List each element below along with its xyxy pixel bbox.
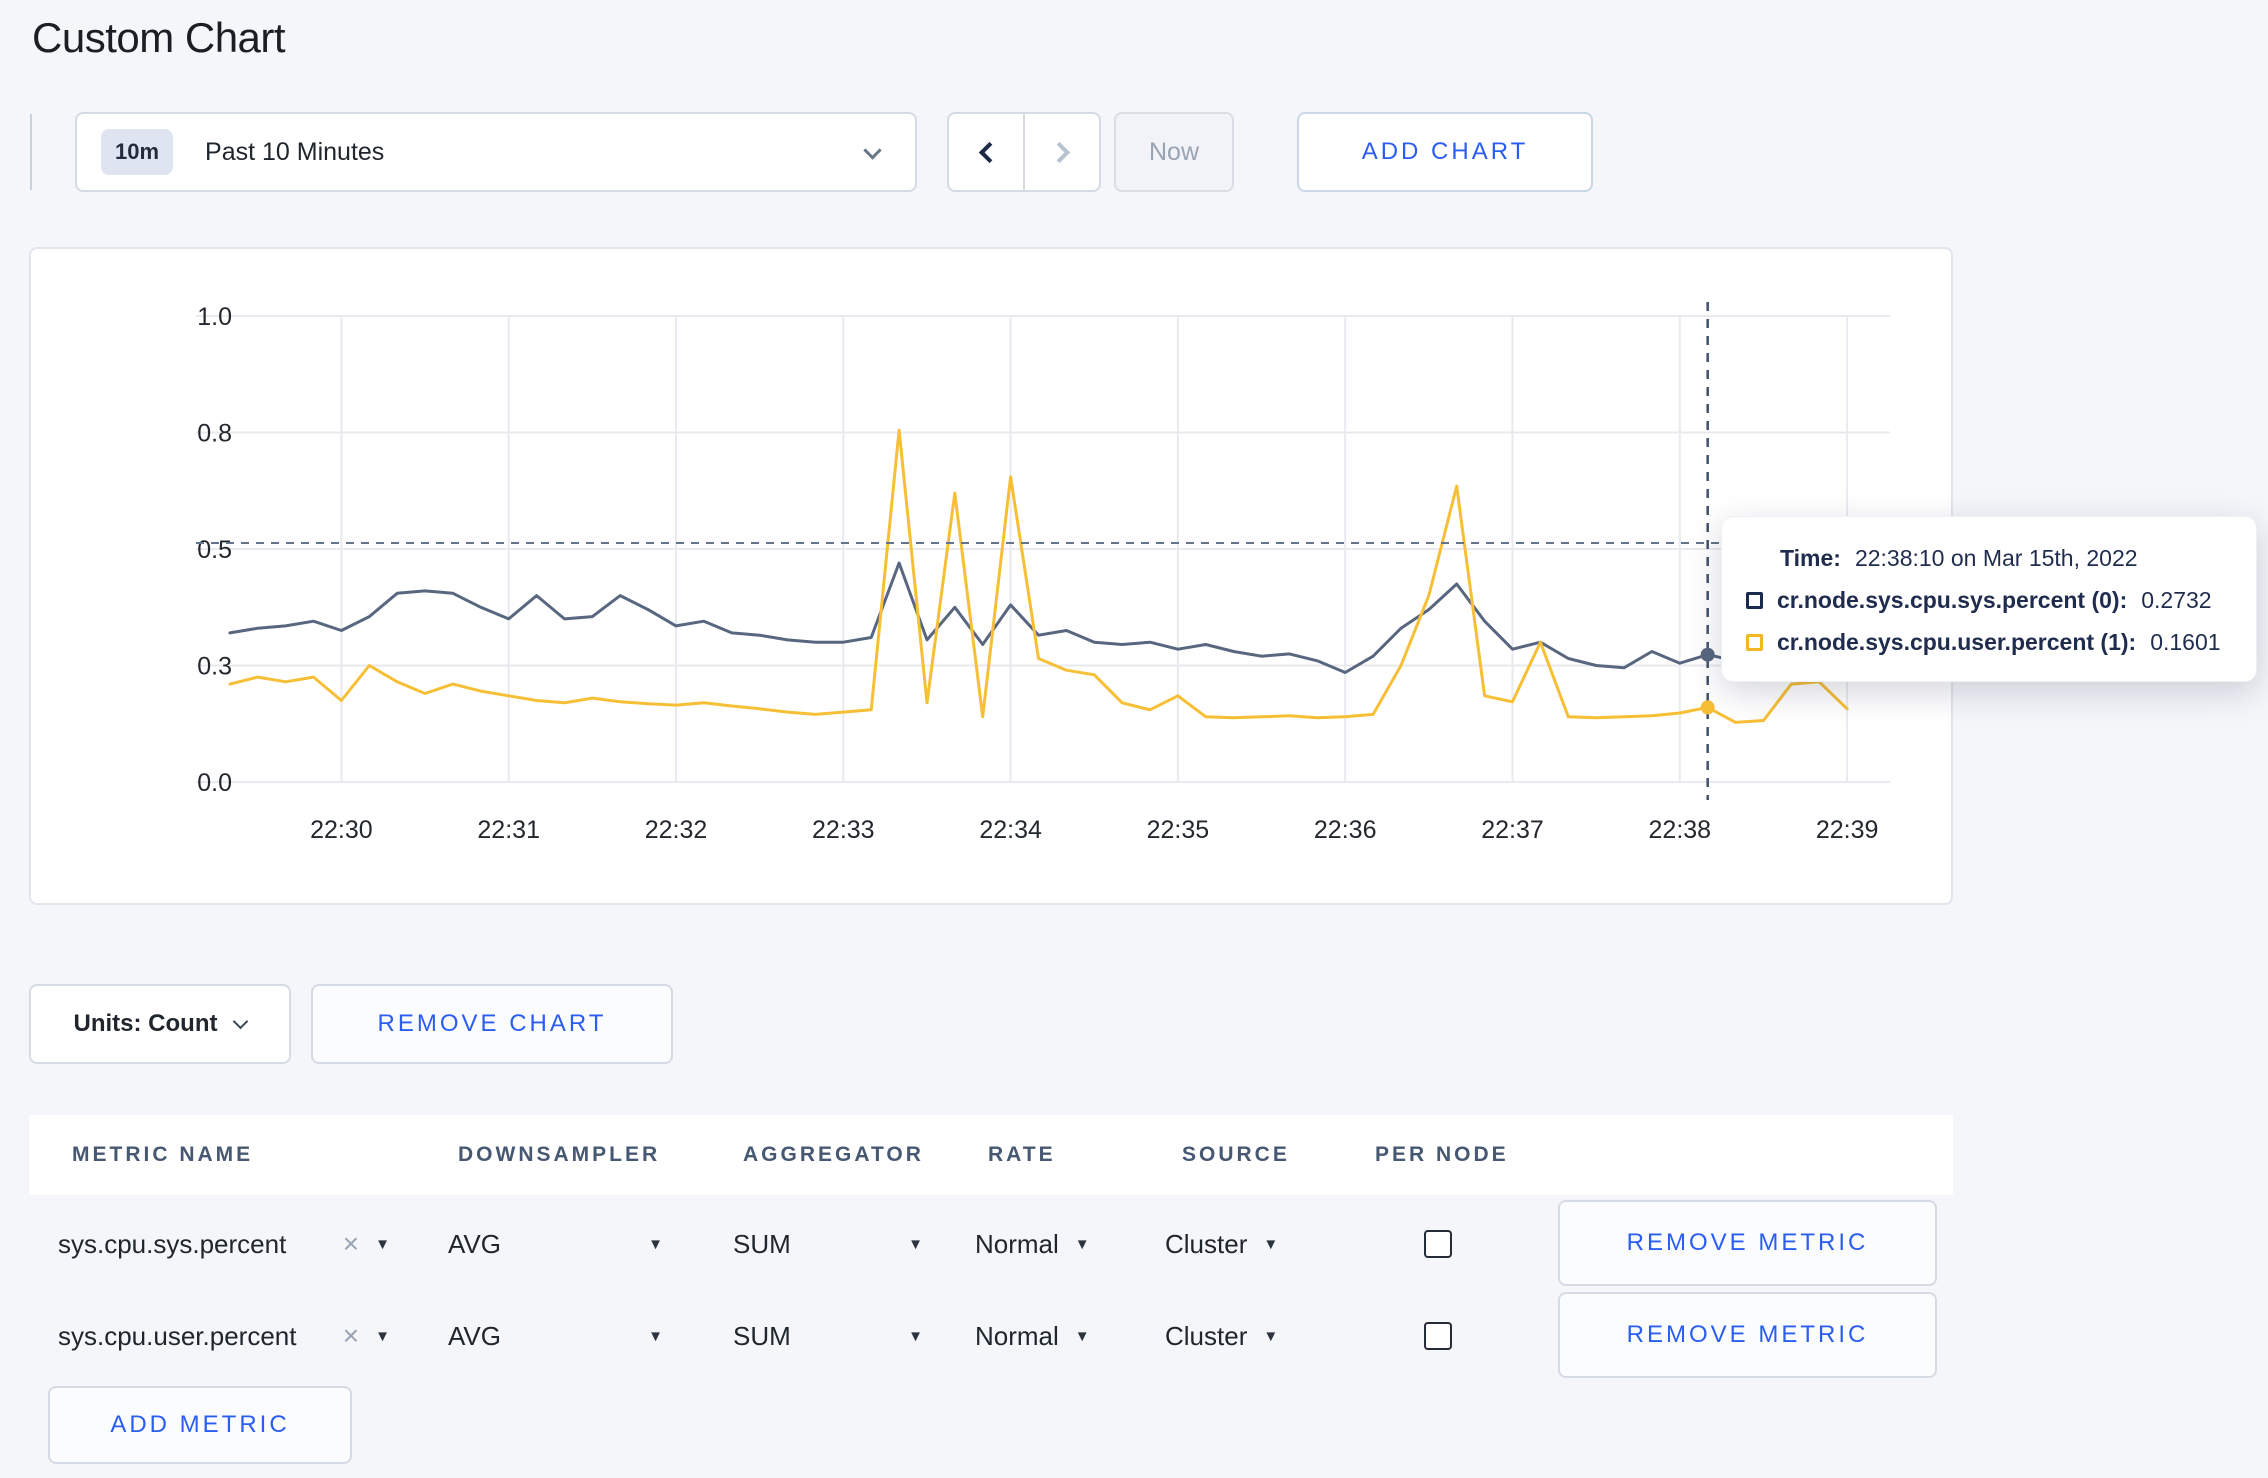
- remove-metric-button[interactable]: REMOVE METRIC: [1558, 1292, 1937, 1378]
- add-chart-button[interactable]: ADD CHART: [1297, 112, 1593, 192]
- caret-down-icon: ▼: [375, 1235, 390, 1253]
- downsampler-select[interactable]: AVG ▼: [448, 1290, 663, 1382]
- svg-text:1.0: 1.0: [197, 303, 232, 331]
- svg-text:22:38: 22:38: [1649, 816, 1712, 844]
- svg-text:0.5: 0.5: [197, 536, 232, 564]
- time-range-label: Past 10 Minutes: [205, 137, 385, 166]
- tooltip-time-label: Time:: [1780, 544, 1841, 571]
- source-select[interactable]: Cluster ▼: [1165, 1290, 1278, 1382]
- source-select[interactable]: Cluster ▼: [1165, 1198, 1278, 1290]
- cpu-usage-chart[interactable]: 0.0 0.3 0.5 0.8 1.0 22:30 22:31 22:32 22:33 22:34…: [29, 247, 1953, 905]
- svg-text:22:39: 22:39: [1816, 816, 1879, 844]
- svg-text:22:34: 22:34: [979, 816, 1042, 844]
- prev-time-button[interactable]: [949, 114, 1025, 190]
- tooltip-series-label: cr.node.sys.cpu.sys.percent (0):: [1777, 586, 2128, 613]
- chevron-left-icon: [978, 141, 1000, 163]
- svg-text:22:36: 22:36: [1314, 816, 1377, 844]
- source-value: Cluster: [1165, 1228, 1248, 1259]
- caret-down-icon: ▼: [1074, 1235, 1090, 1253]
- svg-text:22:33: 22:33: [812, 816, 875, 844]
- metric-row: sys.cpu.user.percent × ▼ AVG ▼ SUM ▼ Nor…: [29, 1290, 1953, 1382]
- add-metric-button[interactable]: ADD METRIC: [48, 1386, 352, 1464]
- metric-name-select[interactable]: sys.cpu.user.percent × ▼: [58, 1290, 390, 1382]
- metric-name-select[interactable]: sys.cpu.sys.percent × ▼: [58, 1198, 390, 1290]
- metric-row: sys.cpu.sys.percent × ▼ AVG ▼ SUM ▼ Norm…: [29, 1198, 1953, 1290]
- column-header-rate: RATE: [988, 1143, 1056, 1166]
- tooltip-time-value: 22:38:10 on Mar 15th, 2022: [1854, 544, 2138, 571]
- chevron-down-icon: [863, 141, 882, 160]
- rate-select[interactable]: Normal ▼: [975, 1198, 1090, 1290]
- time-range-badge: 10m: [101, 129, 174, 175]
- column-header-metric-name: METRIC NAME: [72, 1143, 254, 1166]
- tooltip-time-row: Time: 22:38:10 on Mar 15th, 2022: [1746, 537, 2232, 579]
- remove-metric-x-icon[interactable]: ×: [343, 1228, 359, 1260]
- source-value: Cluster: [1165, 1320, 1248, 1351]
- column-header-per-node: PER NODE: [1375, 1143, 1509, 1166]
- remove-chart-button[interactable]: REMOVE CHART: [311, 984, 673, 1064]
- remove-metric-x-icon[interactable]: ×: [343, 1320, 359, 1352]
- tooltip-series-value: 0.1601: [2150, 628, 2221, 655]
- column-header-source: SOURCE: [1182, 1143, 1290, 1166]
- next-time-button[interactable]: [1025, 114, 1099, 190]
- svg-text:0.3: 0.3: [197, 653, 232, 681]
- downsampler-value: AVG: [448, 1320, 501, 1351]
- remove-metric-button[interactable]: REMOVE METRIC: [1558, 1200, 1937, 1286]
- units-label: Units: Count: [73, 1010, 218, 1037]
- caret-down-icon: ▼: [375, 1327, 390, 1345]
- page-title: Custom Chart: [32, 14, 286, 61]
- svg-text:22:32: 22:32: [645, 816, 708, 844]
- rate-value: Normal: [975, 1320, 1059, 1351]
- rate-select[interactable]: Normal ▼: [975, 1290, 1090, 1382]
- units-dropdown[interactable]: Units: Count: [29, 984, 291, 1064]
- svg-text:22:35: 22:35: [1147, 816, 1210, 844]
- per-node-checkbox[interactable]: [1424, 1322, 1452, 1350]
- caret-down-icon: ▼: [1263, 1327, 1279, 1345]
- svg-text:22:30: 22:30: [310, 816, 373, 844]
- aggregator-value: SUM: [733, 1228, 791, 1259]
- aggregator-select[interactable]: SUM ▼: [733, 1290, 923, 1382]
- series-sys-legend-icon: [1746, 591, 1763, 609]
- tooltip-series-row: cr.node.sys.cpu.user.percent (1): 0.1601: [1746, 621, 2232, 663]
- time-pager: [947, 112, 1101, 192]
- chevron-right-icon: [1048, 141, 1070, 163]
- svg-text:22:31: 22:31: [477, 816, 540, 844]
- metric-name-value: sys.cpu.sys.percent: [58, 1228, 287, 1259]
- aggregator-select[interactable]: SUM ▼: [733, 1198, 923, 1290]
- svg-text:22:37: 22:37: [1481, 816, 1544, 844]
- svg-text:0.0: 0.0: [197, 769, 232, 797]
- tooltip-series-label: cr.node.sys.cpu.user.percent (1):: [1777, 628, 2137, 655]
- caret-down-icon: ▼: [908, 1235, 923, 1253]
- caret-down-icon: ▼: [648, 1327, 663, 1345]
- caret-down-icon: ▼: [1074, 1327, 1090, 1345]
- time-range-dropdown[interactable]: 10m Past 10 Minutes: [75, 112, 917, 192]
- metric-name-value: sys.cpu.user.percent: [58, 1320, 297, 1351]
- downsampler-value: AVG: [448, 1228, 501, 1259]
- toolbar-accent-divider: [30, 114, 32, 190]
- custom-chart-page: Custom Chart 10m Past 10 Minutes Now ADD…: [0, 0, 2268, 1478]
- caret-down-icon: ▼: [908, 1327, 923, 1345]
- svg-text:0.8: 0.8: [197, 420, 232, 448]
- column-header-aggregator: AGGREGATOR: [743, 1143, 924, 1166]
- series-user-legend-icon: [1746, 633, 1763, 651]
- caret-down-icon: ▼: [1263, 1235, 1279, 1253]
- chevron-down-icon: [233, 1013, 249, 1029]
- rate-value: Normal: [975, 1228, 1059, 1259]
- column-header-downsampler: DOWNSAMPLER: [458, 1143, 661, 1166]
- caret-down-icon: ▼: [648, 1235, 663, 1253]
- aggregator-value: SUM: [733, 1320, 791, 1351]
- now-button[interactable]: Now: [1114, 112, 1234, 192]
- tooltip-series-row: cr.node.sys.cpu.sys.percent (0): 0.2732: [1746, 579, 2232, 621]
- metrics-table-header: METRIC NAME DOWNSAMPLER AGGREGATOR RATE …: [29, 1115, 1953, 1195]
- chart-card: 0.0 0.3 0.5 0.8 1.0 22:30 22:31 22:32 22:33 22:34…: [29, 247, 1953, 905]
- per-node-checkbox[interactable]: [1424, 1230, 1452, 1258]
- tooltip-series-value: 0.2732: [2141, 586, 2212, 613]
- chart-tooltip: Time: 22:38:10 on Mar 15th, 2022 cr.node…: [1721, 516, 2257, 682]
- downsampler-select[interactable]: AVG ▼: [448, 1198, 663, 1290]
